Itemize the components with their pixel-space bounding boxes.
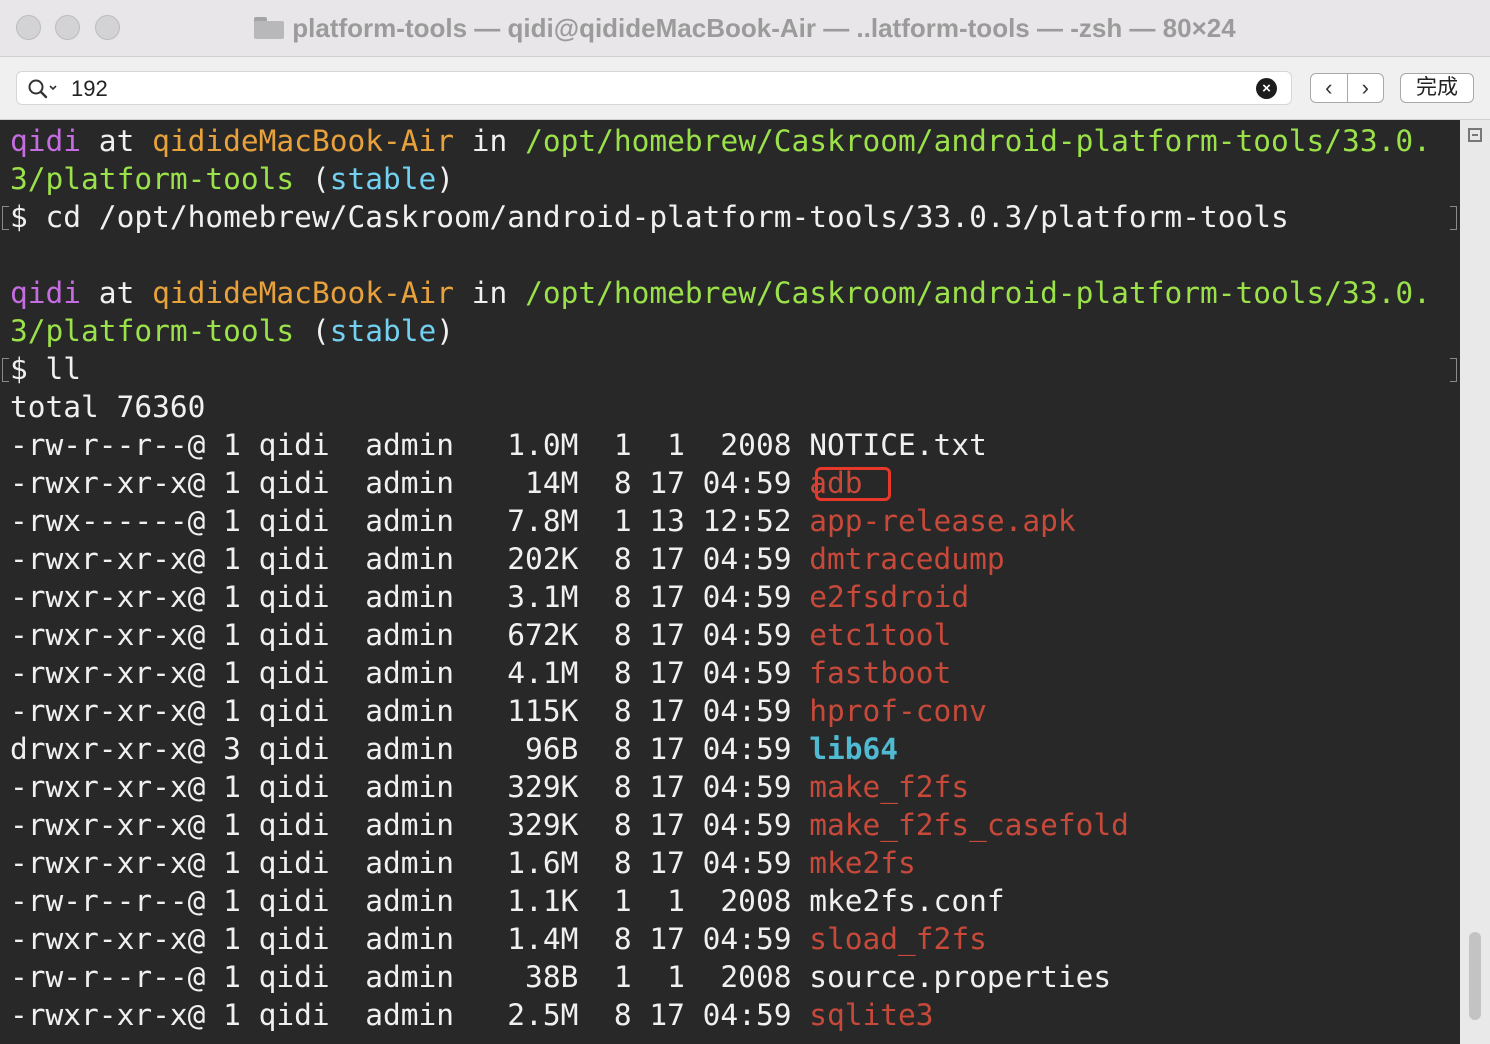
command-mark-left — [2, 206, 9, 230]
file-row: -rw-r--r--@ 1 qidi admin 1.1K 1 1 2008 m… — [10, 882, 1005, 920]
file-row: -rwx------@ 1 qidi admin 7.8M 1 13 12:52… — [10, 502, 1076, 540]
prompt-branch: stable — [329, 162, 437, 196]
prompt-host: qidideMacBook-Air — [152, 276, 455, 310]
file-row: -rwxr-xr-x@ 1 qidi admin 3.1M 8 17 04:59… — [10, 578, 969, 616]
adb-highlight-box — [815, 467, 891, 501]
file-meta: -rwxr-xr-x@ 1 qidi admin 672K 8 17 04:59 — [10, 618, 810, 652]
prompt-user: qidi — [10, 124, 82, 158]
chevron-right-icon: › — [1361, 75, 1369, 100]
file-meta: -rwxr-xr-x@ 1 qidi admin 14M 8 17 04:59 — [10, 466, 810, 500]
prompt-host: qidideMacBook-Air — [152, 124, 455, 158]
prompt-in: in — [454, 276, 526, 310]
window-title: platform-tools — qidi@qidideMacBook-Air … — [292, 12, 1236, 43]
file-row: -rwxr-xr-x@ 1 qidi admin 115K 8 17 04:59… — [10, 692, 987, 730]
file-meta: -rwxr-xr-x@ 1 qidi admin 329K 8 17 04:59 — [10, 770, 810, 804]
prompt-path-cont: 3/platform-tools — [10, 314, 295, 348]
file-name: app-release.apk — [809, 504, 1076, 538]
file-name: mke2fs.conf — [809, 884, 1005, 918]
file-row: -rwxr-xr-x@ 1 qidi admin 14M 8 17 04:59 … — [10, 464, 863, 502]
branch-open: ( — [294, 314, 330, 348]
prompt-line: qidi at qidideMacBook-Air in /opt/homebr… — [10, 274, 1431, 312]
search-field[interactable]: 192 × — [16, 71, 1292, 105]
file-meta: -rw-r--r--@ 1 qidi admin 38B 1 1 2008 — [10, 960, 810, 994]
find-next-button[interactable]: › — [1346, 74, 1384, 102]
prompt-line-wrap: 3/platform-tools (stable) — [10, 160, 454, 198]
prompt-line-wrap: 3/platform-tools (stable) — [10, 312, 454, 350]
scrollbar[interactable] — [1460, 120, 1490, 1044]
scrollbar-thumb[interactable] — [1469, 932, 1481, 1020]
search-icon[interactable] — [27, 78, 65, 100]
file-name: dmtracedump — [809, 542, 1005, 576]
command-mark-right — [1450, 358, 1457, 382]
file-meta: -rwxr-xr-x@ 1 qidi admin 115K 8 17 04:59 — [10, 694, 810, 728]
prompt-in: in — [454, 124, 526, 158]
file-name: e2fsdroid — [809, 580, 970, 614]
file-row: -rw-r--r--@ 1 qidi admin 1.0M 1 1 2008 N… — [10, 426, 987, 464]
file-row: -rwxr-xr-x@ 1 qidi admin 4.1M 8 17 04:59… — [10, 654, 951, 692]
find-bar: 192 × ‹ › 完成 — [0, 57, 1490, 120]
file-name: lib64 — [809, 732, 899, 766]
command-mark-right — [1450, 206, 1457, 230]
prompt-branch: stable — [329, 314, 437, 348]
terminal-window: platform-tools — qidi@qidideMacBook-Air … — [0, 0, 1490, 1044]
file-row: -rw-r--r--@ 1 qidi admin 38B 1 1 2008 so… — [10, 958, 1111, 996]
file-meta: -rwxr-xr-x@ 1 qidi admin 329K 8 17 04:59 — [10, 808, 810, 842]
window-title-group: platform-tools — qidi@qidideMacBook-Air … — [0, 0, 1490, 56]
file-row: -rwxr-xr-x@ 1 qidi admin 1.6M 8 17 04:59… — [10, 844, 916, 882]
file-name: NOTICE.txt — [809, 428, 987, 462]
prompt-user: qidi — [10, 276, 82, 310]
file-meta: -rwxr-xr-x@ 1 qidi admin 4.1M 8 17 04:59 — [10, 656, 810, 690]
title-bar[interactable]: platform-tools — qidi@qidideMacBook-Air … — [0, 0, 1490, 57]
file-row: -rwxr-xr-x@ 1 qidi admin 329K 8 17 04:59… — [10, 806, 1129, 844]
file-row: -rwxr-xr-x@ 1 qidi admin 202K 8 17 04:59… — [10, 540, 1005, 578]
file-meta: -rw-r--r--@ 1 qidi admin 1.1K 1 1 2008 — [10, 884, 810, 918]
file-name: mke2fs — [809, 846, 916, 880]
prompt-at: at — [81, 276, 153, 310]
command-line: $ cd /opt/homebrew/Caskroom/android-plat… — [10, 200, 1289, 234]
prompt-path: /opt/homebrew/Caskroom/android-platform-… — [525, 276, 1431, 310]
command-mark-left — [2, 358, 9, 382]
branch-open: ( — [294, 162, 330, 196]
file-meta: -rwxr-xr-x@ 1 qidi admin 1.4M 8 17 04:59 — [10, 922, 810, 956]
prompt-path-cont: 3/platform-tools — [10, 162, 295, 196]
file-meta: -rwxr-xr-x@ 1 qidi admin 2.5M 8 17 04:59 — [10, 998, 810, 1032]
file-row: -rwxr-xr-x@ 1 qidi admin 1.4M 8 17 04:59… — [10, 920, 987, 958]
file-name: etc1tool — [809, 618, 952, 652]
file-row: -rwxr-xr-x@ 1 qidi admin 2.5M 8 17 04:59… — [10, 996, 934, 1034]
find-navigation: ‹ › — [1310, 73, 1384, 103]
file-name: fastboot — [809, 656, 952, 690]
file-meta: -rw-r--r--@ 1 qidi admin 1.0M 1 1 2008 — [10, 428, 810, 462]
branch-close: ) — [436, 314, 455, 348]
file-meta: -rwxr-xr-x@ 1 qidi admin 202K 8 17 04:59 — [10, 542, 810, 576]
folder-icon — [254, 17, 285, 39]
file-meta: -rwx------@ 1 qidi admin 7.8M 1 13 12:52 — [10, 504, 810, 538]
marks-icon[interactable] — [1468, 128, 1482, 142]
prompt-path: /opt/homebrew/Caskroom/android-platform-… — [525, 124, 1431, 158]
file-row: -rwxr-xr-x@ 1 qidi admin 329K 8 17 04:59… — [10, 768, 969, 806]
clear-search-icon[interactable]: × — [1256, 78, 1277, 99]
prompt-at: at — [81, 124, 153, 158]
file-name: source.properties — [809, 960, 1112, 994]
prompt-line: qidi at qidideMacBook-Air in /opt/homebr… — [10, 122, 1431, 160]
command-line: $ ll — [10, 352, 82, 386]
file-meta: -rwxr-xr-x@ 1 qidi admin 3.1M 8 17 04:59 — [10, 580, 810, 614]
terminal-output[interactable]: qidi at qidideMacBook-Air in /opt/homebr… — [0, 120, 1460, 1044]
find-previous-button[interactable]: ‹ — [1311, 74, 1347, 102]
done-button[interactable]: 完成 — [1400, 73, 1474, 103]
file-meta: drwxr-xr-x@ 3 qidi admin 96B 8 17 04:59 — [10, 732, 810, 766]
file-row: drwxr-xr-x@ 3 qidi admin 96B 8 17 04:59 … — [10, 730, 898, 768]
total-line: total 76360 — [10, 390, 206, 424]
chevron-left-icon: ‹ — [1325, 75, 1333, 100]
branch-close: ) — [436, 162, 455, 196]
file-meta: -rwxr-xr-x@ 1 qidi admin 1.6M 8 17 04:59 — [10, 846, 810, 880]
file-name: sqlite3 — [809, 998, 934, 1032]
file-row: -rwxr-xr-x@ 1 qidi admin 672K 8 17 04:59… — [10, 616, 951, 654]
file-name: make_f2fs_casefold — [809, 808, 1129, 842]
file-name: make_f2fs — [809, 770, 970, 804]
file-name: hprof-conv — [809, 694, 987, 728]
search-input[interactable]: 192 — [71, 72, 108, 105]
file-name: sload_f2fs — [809, 922, 987, 956]
